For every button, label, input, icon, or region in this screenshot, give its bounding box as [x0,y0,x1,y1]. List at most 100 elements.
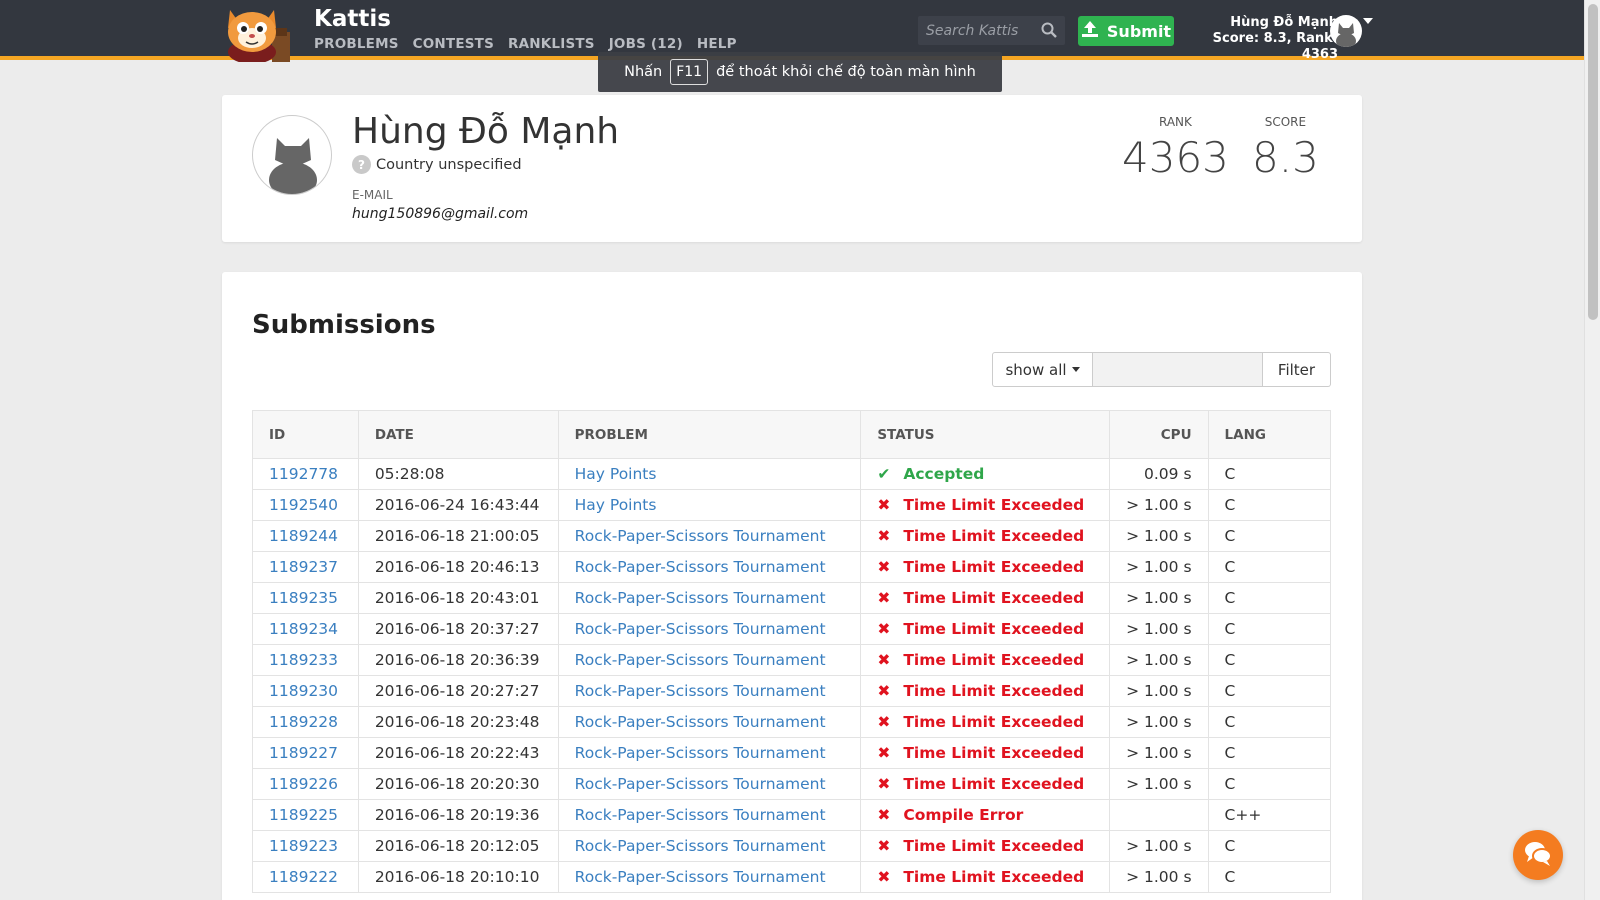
submission-lang: C [1207,458,1332,490]
problem-link[interactable]: Hay Points [575,465,657,483]
search-box [918,16,1065,45]
submission-cpu [1109,799,1209,831]
submission-id-cell: 1189226 [252,768,359,800]
nav-help[interactable]: HELP [697,36,737,52]
problem-link[interactable]: Rock-Paper-Scissors Tournament [575,682,826,700]
problem-link[interactable]: Rock-Paper-Scissors Tournament [575,558,826,576]
problem-link[interactable]: Rock-Paper-Scissors Tournament [575,744,826,762]
submission-status: ✖ Time Limit Exceeded [860,520,1111,552]
scrollbar-thumb[interactable] [1588,4,1598,320]
table-row: 1189237 2016-06-18 20:46:13 Rock-Paper-Sci… [252,551,1332,583]
submission-id-link[interactable]: 1189223 [269,837,338,855]
submission-lang: C [1207,644,1332,676]
submission-id-link[interactable]: 1189228 [269,713,338,731]
page-scrollbar[interactable] [1584,0,1600,900]
submission-status: ✖ Time Limit Exceeded [860,675,1111,707]
profile-name: Hùng Đỗ Mạnh [352,111,620,152]
submission-id-link[interactable]: 1189235 [269,589,338,607]
rank-stat: RANK 4363 [1122,115,1229,182]
email-value: hung150896@gmail.com [352,206,529,222]
problem-link[interactable]: Rock-Paper-Scissors Tournament [575,651,826,669]
submission-id-link[interactable]: 1189225 [269,806,338,824]
submission-status: ✖ Time Limit Exceeded [860,551,1111,583]
submission-problem-cell: Rock-Paper-Scissors Tournament [557,768,862,800]
problem-link[interactable]: Rock-Paper-Scissors Tournament [575,837,826,855]
submission-date: 2016-06-18 20:27:27 [357,675,559,707]
nav-contests[interactable]: CONTESTS [413,36,494,52]
submission-status: ✔ Accepted [860,458,1111,490]
submission-id-link[interactable]: 1189233 [269,651,338,669]
status-text: Time Limit Exceeded [903,868,1085,886]
table-row: 1189227 2016-06-18 20:22:43 Rock-Paper-Sci… [252,737,1332,769]
problem-link[interactable]: Rock-Paper-Scissors Tournament [575,868,826,886]
search-input[interactable] [918,22,1036,39]
submission-id-link[interactable]: 1189230 [269,682,338,700]
email-label: E-MAIL [352,188,393,202]
submission-id-link[interactable]: 1189226 [269,775,338,793]
user-avatar[interactable] [1330,15,1362,47]
submission-id-link[interactable]: 1189234 [269,620,338,638]
submission-id-cell: 1192778 [252,458,359,490]
filter-button[interactable]: Filter [1263,352,1331,387]
kattis-logo[interactable] [222,4,300,64]
problem-link[interactable]: Rock-Paper-Scissors Tournament [575,806,826,824]
nav-ranklists[interactable]: RANKLISTS [508,36,595,52]
brand-name[interactable]: Kattis [314,6,391,32]
problem-link[interactable]: Hay Points [575,496,657,514]
submission-id-cell: 1189237 [252,551,359,583]
submission-id-link[interactable]: 1189227 [269,744,338,762]
col-problem[interactable]: PROBLEM [557,410,862,459]
user-menu-caret-icon[interactable] [1363,18,1373,24]
score-stat: SCORE 8.3 [1252,115,1319,182]
table-row: 1189223 2016-06-18 20:12:05 Rock-Paper-Sci… [252,830,1332,862]
problem-link[interactable]: Rock-Paper-Scissors Tournament [575,775,826,793]
submission-lang: C++ [1207,799,1332,831]
submission-lang: C [1207,706,1332,738]
country-text: Country unspecified [376,156,522,173]
cross-icon: ✖ [877,527,891,545]
filter-input[interactable] [1093,352,1263,387]
status-text: Time Limit Exceeded [903,589,1085,607]
submission-id-link[interactable]: 1189222 [269,868,338,886]
chat-widget[interactable] [1513,830,1563,880]
fullscreen-hint-key: F11 [670,59,709,85]
cross-icon: ✖ [877,744,891,762]
submission-cpu: > 1.00 s [1109,768,1209,800]
main-nav: PROBLEMS CONTESTS RANKLISTS JOBS (12) HE… [314,36,737,52]
submission-status: ✖ Compile Error [860,799,1111,831]
col-id[interactable]: ID [252,410,359,459]
table-row: 1189244 2016-06-18 21:00:05 Rock-Paper-Sci… [252,520,1332,552]
submission-date: 2016-06-18 20:12:05 [357,830,559,862]
submission-id-link[interactable]: 1189237 [269,558,338,576]
table-row: 1189228 2016-06-18 20:23:48 Rock-Paper-Sci… [252,706,1332,738]
problem-link[interactable]: Rock-Paper-Scissors Tournament [575,589,826,607]
col-lang[interactable]: LANG [1207,410,1332,459]
user-info[interactable]: Hùng Đỗ Mạnh Score: 8.3, Rank: 4363 [1176,15,1338,63]
submission-lang: C [1207,861,1332,893]
submission-id-link[interactable]: 1192778 [269,465,338,483]
status-text: Time Limit Exceeded [903,837,1085,855]
submission-status: ✖ Time Limit Exceeded [860,489,1111,521]
submission-date: 2016-06-18 20:10:10 [357,861,559,893]
col-date[interactable]: DATE [357,410,559,459]
nav-problems[interactable]: PROBLEMS [314,36,399,52]
problem-link[interactable]: Rock-Paper-Scissors Tournament [575,620,826,638]
submission-id-link[interactable]: 1192540 [269,496,338,514]
submission-status: ✖ Time Limit Exceeded [860,706,1111,738]
submission-id-link[interactable]: 1189244 [269,527,338,545]
col-cpu[interactable]: CPU [1109,410,1209,459]
show-all-dropdown[interactable]: show all [992,352,1093,387]
submission-date: 2016-06-18 21:00:05 [357,520,559,552]
search-icon[interactable] [1041,22,1057,42]
table-row: 1189222 2016-06-18 20:10:10 Rock-Paper-Sci… [252,861,1332,893]
nav-jobs[interactable]: JOBS (12) [609,36,683,52]
submission-date: 2016-06-18 20:46:13 [357,551,559,583]
fullscreen-hint-before: Nhấn [624,64,663,80]
col-status[interactable]: STATUS [860,410,1111,459]
problem-link[interactable]: Rock-Paper-Scissors Tournament [575,527,826,545]
profile-country: ? Country unspecified [352,155,522,174]
problem-link[interactable]: Rock-Paper-Scissors Tournament [575,713,826,731]
submission-id-cell: 1189222 [252,861,359,893]
submit-button[interactable]: Submit [1078,16,1174,46]
cross-icon: ✖ [877,651,891,669]
